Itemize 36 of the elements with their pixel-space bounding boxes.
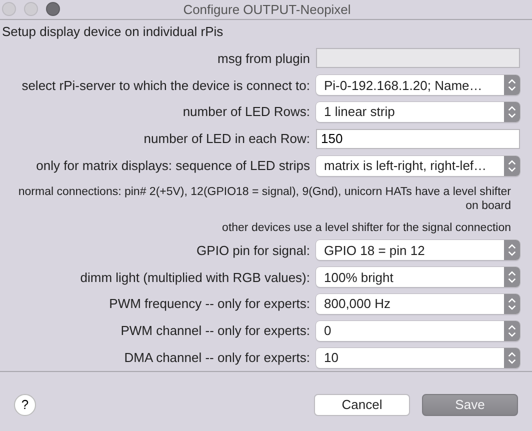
chevron-icon (504, 294, 520, 314)
minimize-button[interactable] (24, 2, 38, 16)
text-field[interactable]: 150 (316, 128, 520, 149)
help-button[interactable]: ? (14, 394, 36, 416)
field-label: msg from plugin (216, 50, 310, 66)
chevron-icon (504, 156, 520, 176)
zoom-button[interactable] (46, 2, 60, 16)
field-label: select rPi-server to which the device is connect to: (20, 78, 310, 93)
field-label: only for matrix displays: sequence of LED strips (35, 158, 310, 174)
chevron-icon (504, 320, 520, 341)
dropdown[interactable]: 1 linear strip (316, 102, 520, 122)
field-label: number of LED in each Row: (142, 131, 310, 146)
chevron-icon (504, 75, 520, 96)
field-label: DMA channel -- only for experts: (123, 350, 310, 366)
dropdown[interactable]: 10 (316, 348, 520, 368)
field-label: PWM channel -- only for experts: (120, 323, 310, 338)
dropdown[interactable]: 0 (316, 320, 520, 341)
dropdown[interactable]: 100% bright (316, 267, 520, 288)
dropdown[interactable]: Pi-0-192.168.1.20; Name… (316, 75, 520, 96)
section-heading: Setup display device on individual rPis (1, 24, 224, 39)
chevron-icon (504, 102, 520, 122)
field-label: GPIO pin for signal: (196, 242, 310, 258)
field-label: PWM frequency -- only for experts: (108, 296, 310, 312)
info-note: normal connections: pin# 2(+5V), 12(GPIO18 = signal), 9(Gnd), unicorn HATs have a level shifter on board (17, 184, 512, 214)
chevron-icon (504, 348, 520, 368)
close-button[interactable] (2, 2, 16, 16)
dropdown[interactable]: matrix is left-right, right-lef… (316, 156, 520, 176)
dropdown[interactable]: GPIO 18 = pin 12 (316, 240, 520, 260)
chevron-icon (504, 240, 520, 260)
field-label: dimm light (multiplied with RGB values): (79, 270, 310, 285)
field-label: number of LED Rows: (182, 104, 310, 120)
chevron-icon (504, 267, 520, 288)
window-title: Configure OUTPUT-Neopixel (183, 2, 351, 16)
info-note: other devices use a level shifter for the signal connection (221, 220, 512, 236)
dropdown[interactable]: 800,000 Hz (316, 294, 520, 314)
dialog-button[interactable]: Cancel (314, 394, 410, 416)
